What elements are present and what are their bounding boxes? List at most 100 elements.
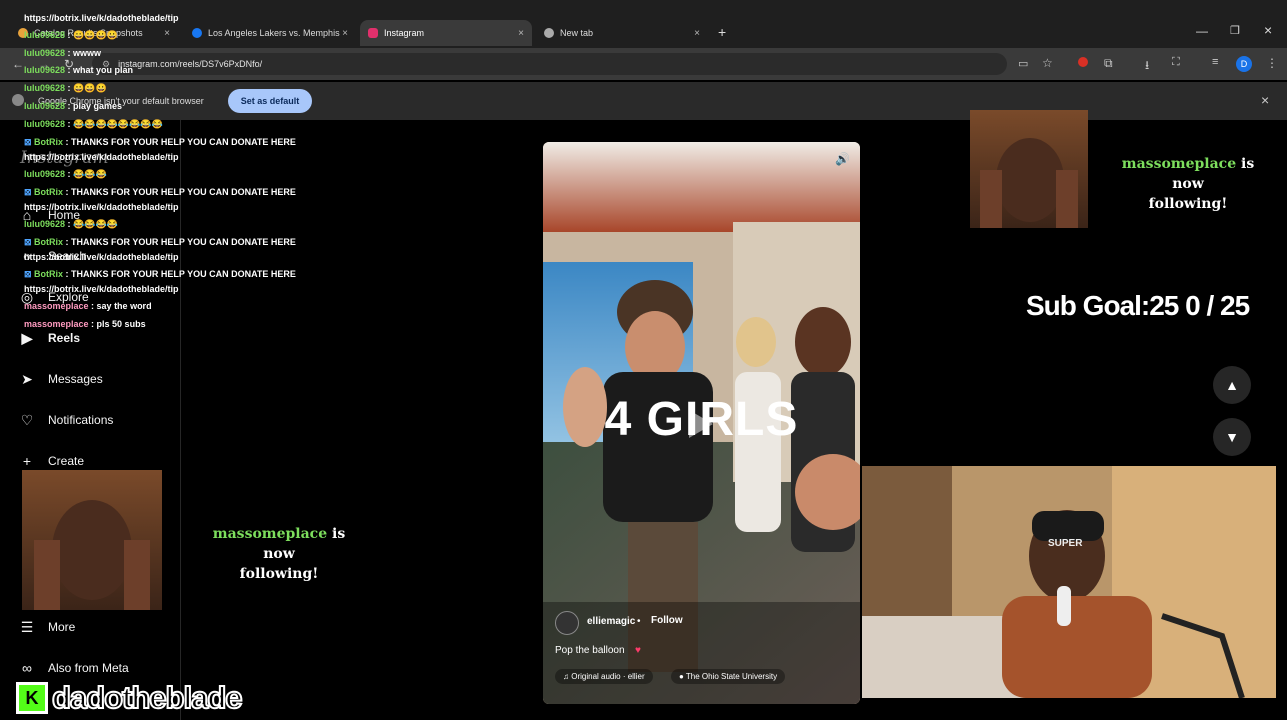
chat-text: what you plan xyxy=(73,65,134,75)
chat-message: https://botrix.live/k/dadotheblade/tip xyxy=(24,284,179,294)
extensions-puzzle-icon[interactable]: ⧉ xyxy=(1104,56,1113,71)
chat-message: https://botrix.live/k/dadotheblade/tip xyxy=(24,252,179,262)
chat-separator: : xyxy=(65,119,74,129)
install-app-icon[interactable]: ▭ xyxy=(1018,57,1028,70)
tab-instagram[interactable]: Instagram × xyxy=(360,20,532,46)
chat-separator: : xyxy=(63,187,72,197)
nav-label: More xyxy=(48,620,76,634)
separator-dot: • xyxy=(637,616,641,627)
mute-icon[interactable]: 🔊 xyxy=(835,152,850,166)
nav-reels[interactable]: ▶ Reels xyxy=(18,329,80,347)
tab-strip: Catalog Results Snapshots × Los Angeles … xyxy=(0,0,1287,48)
chat-username: massomeplace xyxy=(24,319,89,329)
channel-brand: K dadotheblade xyxy=(16,679,244,716)
chat-separator: : xyxy=(65,219,74,229)
messages-icon: ➤ xyxy=(21,370,33,387)
chat-username: massomeplace xyxy=(24,301,89,311)
heart-icon: ♡ xyxy=(20,411,34,428)
chat-link-text: https://botrix.live/k/dadotheblade/tip xyxy=(24,152,179,162)
chat-separator: : xyxy=(63,237,72,247)
chat-message: lulu09628 : what you plan xyxy=(24,65,133,75)
chat-username: lulu09628 xyxy=(24,83,66,93)
set-default-button[interactable]: Set as default xyxy=(228,89,312,113)
window-close-icon[interactable]: × xyxy=(1264,22,1272,38)
chat-separator: : xyxy=(88,319,97,329)
chat-username: BotRix xyxy=(34,269,64,279)
location-chip[interactable]: ● The Ohio State University xyxy=(671,669,786,684)
chat-username: lulu09628 xyxy=(24,65,66,75)
instagram-favicon-icon xyxy=(368,28,378,38)
chat-username: lulu09628 xyxy=(24,101,66,111)
chat-separator: : xyxy=(65,30,74,40)
bot-badge-icon: ⊠ xyxy=(24,137,35,147)
media-control-icon[interactable]: ≡ xyxy=(1212,56,1218,68)
reel-video[interactable]: 🔊 4 GIRLS elliemagic • Follow Pop the ba… xyxy=(543,142,860,704)
chat-username: BotRix xyxy=(34,187,64,197)
chat-separator: : xyxy=(63,137,72,147)
chat-link-text: https://botrix.live/k/dadotheblade/tip xyxy=(24,252,179,262)
tab-title: New tab xyxy=(560,28,594,38)
follow-button[interactable]: Follow xyxy=(651,615,683,626)
chat-link-text: https://botrix.live/k/dadotheblade/tip xyxy=(24,202,179,212)
close-tab-icon[interactable]: × xyxy=(164,28,170,39)
chat-message: lulu09628 : 😂😂😂😂 xyxy=(24,219,118,230)
chat-message: https://botrix.live/k/dadotheblade/tip xyxy=(24,202,179,212)
chat-text: play games xyxy=(73,101,123,111)
tab-favicon-icon xyxy=(192,28,202,38)
previous-reel-button[interactable]: ▲ xyxy=(1213,366,1251,404)
tab-lakers[interactable]: Los Angeles Lakers vs. Memphis × xyxy=(184,20,356,46)
back-icon[interactable]: ← xyxy=(12,57,24,71)
follow-alert-top: massomeplace is now following! xyxy=(1118,154,1258,214)
new-tab-button[interactable]: + xyxy=(718,24,726,40)
nav-also-from-meta[interactable]: ∞ Also from Meta xyxy=(18,659,129,677)
tab-new[interactable]: New tab × xyxy=(536,20,708,46)
next-reel-button[interactable]: ▼ xyxy=(1213,418,1251,456)
chat-username: lulu09628 xyxy=(24,169,66,179)
close-tab-icon[interactable]: × xyxy=(518,28,524,39)
chat-link-text: https://botrix.live/k/dadotheblade/tip xyxy=(24,13,179,23)
nav-more[interactable]: ☰ More xyxy=(18,618,76,636)
tab-title: Instagram xyxy=(384,28,425,38)
chat-separator: : xyxy=(65,101,74,111)
bookmark-star-icon[interactable]: ☆ xyxy=(1042,56,1053,70)
chat-separator: : xyxy=(88,301,97,311)
plus-icon: + xyxy=(22,453,32,469)
close-tab-icon[interactable]: × xyxy=(342,28,348,39)
chat-message: lulu09628 : 😀😀😀😀 xyxy=(24,30,118,41)
restore-icon[interactable]: ❐ xyxy=(1230,24,1240,37)
chevron-up-icon: ▲ xyxy=(1225,377,1239,393)
creator-username[interactable]: elliemagic xyxy=(587,616,635,627)
heart-emoji-icon: ♥ xyxy=(635,645,641,656)
bot-badge-icon: ⊠ xyxy=(24,269,35,279)
chat-message: https://botrix.live/k/dadotheblade/tip xyxy=(24,13,179,23)
menu-icon: ☰ xyxy=(20,618,34,635)
download-icon[interactable]: ⭳ xyxy=(1145,56,1149,77)
chat-message: massomeplace : pls 50 subs xyxy=(24,319,146,329)
address-bar[interactable]: ⚙ instagram.com/reels/DS7v6PxDNfo/ xyxy=(92,53,1007,75)
music-icon: ♫ xyxy=(563,672,572,681)
hat-text: SUPER xyxy=(1048,538,1083,549)
chat-message: https://botrix.live/k/dadotheblade/tip xyxy=(24,152,179,162)
streamer-webcam: SUPER xyxy=(862,466,1276,698)
close-tab-icon[interactable]: × xyxy=(694,28,700,39)
nav-label: Create xyxy=(48,454,85,468)
chrome-menu-icon[interactable]: ⋮ xyxy=(1266,56,1278,70)
channel-name: dadotheblade xyxy=(51,679,244,716)
audio-chip[interactable]: ♫ Original audio · ellier xyxy=(555,669,653,684)
nav-notifications[interactable]: ♡ Notifications xyxy=(18,411,114,429)
location-pin-icon: ● xyxy=(679,672,686,681)
chat-separator: : xyxy=(65,169,74,179)
extension-icon[interactable] xyxy=(1078,57,1088,67)
chat-link-text: https://botrix.live/k/dadotheblade/tip xyxy=(24,284,179,294)
nav-create[interactable]: + Create xyxy=(18,452,84,470)
chat-message: lulu09628 : 😂😂😂 xyxy=(24,169,107,180)
chat-text: THANKS FOR YOUR HELP YOU CAN DONATE HERE xyxy=(71,269,296,279)
nav-messages[interactable]: ➤ Messages xyxy=(18,370,103,388)
infobar-close-icon[interactable]: × xyxy=(1261,92,1269,108)
creator-avatar[interactable] xyxy=(555,611,579,635)
minimize-icon[interactable]: — xyxy=(1196,24,1208,38)
profile-avatar[interactable]: D xyxy=(1236,56,1252,72)
chat-username: lulu09628 xyxy=(24,48,66,58)
chat-username: BotRix xyxy=(34,137,64,147)
screenshot-icon[interactable]: ⛶ xyxy=(1172,56,1180,69)
